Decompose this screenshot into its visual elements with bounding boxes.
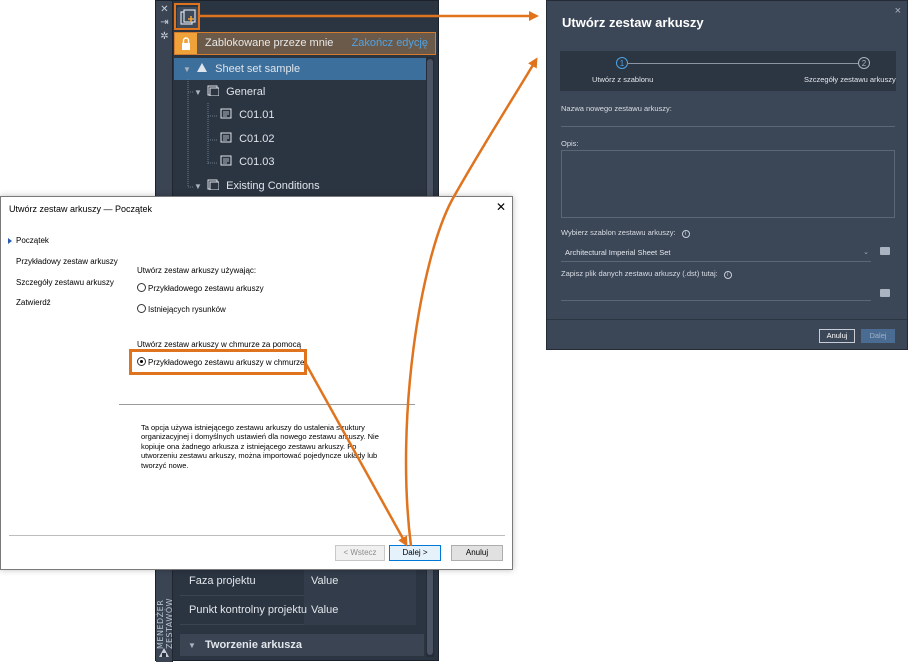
close-icon[interactable]: ✕ xyxy=(159,4,170,15)
tree-connectors xyxy=(187,79,218,188)
description-label: Opis: xyxy=(561,139,579,148)
section-title: Tworzenie arkusza xyxy=(204,639,302,651)
radio-button-icon[interactable] xyxy=(137,283,146,292)
cancel-button[interactable]: Anuluj xyxy=(819,329,855,343)
footer-divider xyxy=(9,535,505,536)
chevron-down-icon: ▼ xyxy=(188,641,196,650)
palette-title-vertical: MENEDŻER ZESTAWÓW xyxy=(156,597,174,649)
create-sheet-set-dialog-classic: Utwórz zestaw arkuszy — Początek ✕ Począ… xyxy=(0,196,513,570)
template-select[interactable]: Architectural Imperial Sheet Set ⌄ xyxy=(561,245,871,262)
create-sheet-set-dialog-modern: Utwórz zestaw arkuszy × 1 2 Utwórz z sza… xyxy=(546,0,908,350)
stepper-line xyxy=(628,63,860,64)
new-sheet-set-icon xyxy=(180,9,196,25)
property-value[interactable]: Value xyxy=(311,604,338,616)
property-row[interactable]: Faza projektu Value xyxy=(180,567,416,596)
property-value[interactable]: Value xyxy=(311,575,338,587)
close-icon[interactable]: ✕ xyxy=(496,200,506,214)
save-path-input[interactable] xyxy=(561,285,871,301)
name-label: Nazwa nowego zestawu arkuszy: xyxy=(561,104,672,113)
tree-label: C01.03 xyxy=(239,156,275,168)
radio-label: Przykładowego zestawu arkuszy xyxy=(148,284,264,293)
tree-label: Existing Conditions xyxy=(226,180,320,192)
group-label-cloud: Utwórz zestaw arkuszy w chmurze za pomoc… xyxy=(137,340,302,349)
dialog-title: Utwórz zestaw arkuszy xyxy=(562,15,704,30)
step-2-indicator[interactable]: 2 xyxy=(858,57,870,69)
save-label-row: Zapisz plik danych zestawu arkuszy (.dst… xyxy=(561,269,732,279)
info-icon[interactable]: i xyxy=(681,230,690,238)
option-description: Ta opcja używa istniejącego zestawu arku… xyxy=(141,423,379,470)
lock-icon xyxy=(175,33,197,54)
description-textarea[interactable] xyxy=(561,150,895,218)
nav-item-example-sheet-set: Przykładowy zestaw arkuszy xyxy=(16,257,118,266)
sheet-tree: ▼ Sheet set sample ▼ General C01.01 C01.… xyxy=(174,57,426,207)
property-key: Faza projektu xyxy=(189,575,256,587)
new-sheet-set-button[interactable] xyxy=(177,7,199,29)
folder-icon[interactable] xyxy=(880,247,890,255)
step-1-label: Utwórz z szablonu xyxy=(592,75,654,84)
highlight-box xyxy=(129,349,307,375)
info-icon[interactable]: i xyxy=(723,271,732,279)
sheet-set-logo-icon xyxy=(159,648,169,657)
back-button[interactable]: < Wstecz xyxy=(335,545,385,561)
cancel-button[interactable]: Anuluj xyxy=(451,545,503,561)
group-label-create-using: Utwórz zestaw arkuszy używając: xyxy=(137,266,257,275)
properties-icon[interactable]: ✲ xyxy=(159,31,170,42)
name-input[interactable] xyxy=(561,126,895,127)
section-header[interactable]: ▼ Tworzenie arkusza xyxy=(180,634,424,656)
current-step-marker-icon xyxy=(8,238,12,244)
close-icon[interactable]: × xyxy=(895,5,901,17)
save-label: Zapisz plik danych zestawu arkuszy (.dst… xyxy=(561,269,718,278)
wizard-stepper: 1 2 Utwórz z szablonu Szczegóły zestawu … xyxy=(560,51,896,91)
radio-label: Istniejących rysunków xyxy=(148,305,226,314)
dialog-title: Utwórz zestaw arkuszy — Początek xyxy=(9,204,153,214)
properties-panel: Faza projektu Value Punkt kontrolny proj… xyxy=(180,567,416,625)
footer-divider xyxy=(547,319,907,320)
property-key: Punkt kontrolny projektu xyxy=(189,604,308,616)
tree-label: C01.01 xyxy=(239,109,275,121)
radio-existing-drawings[interactable]: Istniejących rysunków xyxy=(137,304,226,314)
property-row[interactable]: Punkt kontrolny projektu Value xyxy=(180,596,416,625)
chevron-down-icon: ⌄ xyxy=(863,249,869,256)
locked-text: Zablokowane przeze mnie xyxy=(205,37,334,49)
divider xyxy=(119,404,415,405)
folder-icon[interactable] xyxy=(880,289,890,297)
radio-example-sheet-set[interactable]: Przykładowego zestawu arkuszy xyxy=(137,283,264,293)
nav-item-confirm: Zatwierdź xyxy=(16,298,51,307)
step-2-label: Szczegóły zestawu arkuszy xyxy=(804,75,896,84)
finish-edit-link[interactable]: Zakończ edycję xyxy=(352,37,428,49)
autohide-icon[interactable]: ⇥ xyxy=(159,17,170,28)
next-button[interactable]: Dalej xyxy=(861,329,895,343)
radio-button-icon[interactable] xyxy=(137,304,146,313)
next-button[interactable]: Dalej > xyxy=(389,545,441,561)
step-1-indicator[interactable]: 1 xyxy=(616,57,628,69)
nav-item-sheet-set-details: Szczegóły zestawu arkuszy xyxy=(16,278,114,287)
template-label-row: Wybierz szablon zestawu arkuszy: i xyxy=(561,228,690,238)
nav-item-begin: Początek xyxy=(16,236,49,245)
tree-label: C01.02 xyxy=(239,133,275,145)
locked-banner: Zablokowane przeze mnie Zakończ edycję xyxy=(174,32,436,55)
template-label: Wybierz szablon zestawu arkuszy: xyxy=(561,228,676,237)
template-value: Architectural Imperial Sheet Set xyxy=(565,248,671,257)
